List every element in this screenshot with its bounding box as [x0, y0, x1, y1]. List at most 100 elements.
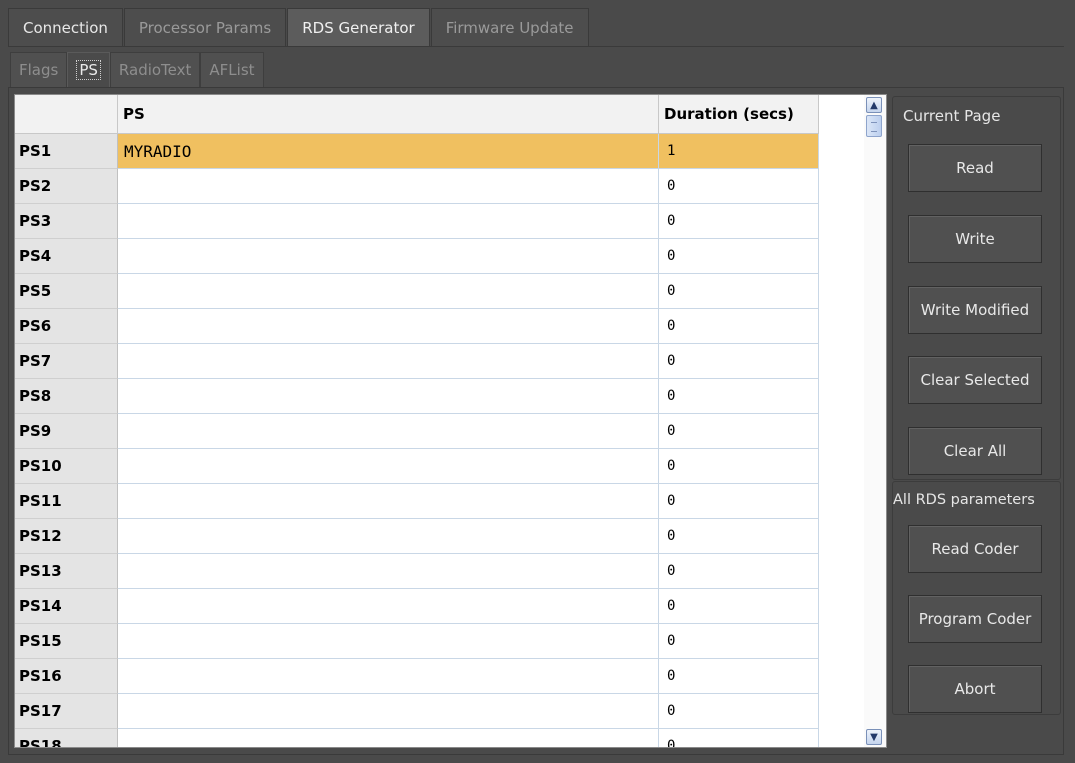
subtab-aflist[interactable]: AFList	[200, 52, 264, 87]
duration-cell[interactable]: 0	[659, 554, 819, 588]
duration-cell[interactable]: 0	[659, 414, 819, 448]
row-header[interactable]: PS12	[15, 519, 118, 554]
tab-connection[interactable]: Connection	[8, 8, 123, 46]
row-header[interactable]: PS18	[15, 729, 118, 747]
table-row[interactable]: PS13 0	[15, 554, 819, 589]
row-header[interactable]: PS4	[15, 239, 118, 274]
table-row[interactable]: PS12 0	[15, 519, 819, 554]
duration-cell[interactable]: 0	[659, 344, 819, 378]
table-row[interactable]: PS9 0	[15, 414, 819, 449]
program-coder-button[interactable]: Program Coder	[908, 595, 1042, 643]
write-button[interactable]: Write	[908, 215, 1042, 263]
column-header-duration[interactable]: Duration (secs)	[659, 95, 819, 134]
duration-cell[interactable]: 0	[659, 659, 819, 693]
row-header[interactable]: PS17	[15, 694, 118, 729]
row-header[interactable]: PS9	[15, 414, 118, 449]
column-header-ps[interactable]: PS	[118, 95, 659, 134]
row-header[interactable]: PS15	[15, 624, 118, 659]
table-row[interactable]: PS8 0	[15, 379, 819, 414]
ps-cell[interactable]	[118, 729, 659, 747]
row-header[interactable]: PS5	[15, 274, 118, 309]
table-row[interactable]: PS3 0	[15, 204, 819, 239]
row-header[interactable]: PS3	[15, 204, 118, 239]
table-row[interactable]: PS1 MYRADIO 1	[15, 134, 819, 169]
table-row[interactable]: PS2 0	[15, 169, 819, 204]
ps-cell[interactable]: MYRADIO	[118, 134, 659, 168]
ps-cell[interactable]	[118, 414, 659, 448]
abort-button[interactable]: Abort	[908, 665, 1042, 713]
duration-cell[interactable]: 0	[659, 169, 819, 203]
duration-cell[interactable]: 0	[659, 519, 819, 553]
ps-cell[interactable]	[118, 484, 659, 518]
ps-cell[interactable]	[118, 344, 659, 378]
scroll-up-icon[interactable]: ▲	[866, 97, 882, 113]
row-header[interactable]: PS10	[15, 449, 118, 484]
scroll-thumb[interactable]	[866, 115, 882, 137]
row-header[interactable]: PS11	[15, 484, 118, 519]
table-corner-header[interactable]	[15, 95, 118, 134]
row-header[interactable]: PS1	[15, 134, 118, 169]
tab-divider	[8, 46, 1064, 47]
ps-cell[interactable]	[118, 554, 659, 588]
table-row[interactable]: PS7 0	[15, 344, 819, 379]
duration-cell[interactable]: 1	[659, 134, 819, 168]
duration-cell[interactable]: 0	[659, 274, 819, 308]
ps-cell[interactable]	[118, 239, 659, 273]
table-row[interactable]: PS15 0	[15, 624, 819, 659]
row-header[interactable]: PS16	[15, 659, 118, 694]
row-header[interactable]: PS8	[15, 379, 118, 414]
vertical-scrollbar[interactable]: ▲ ▼	[864, 95, 886, 747]
duration-cell[interactable]: 0	[659, 309, 819, 343]
duration-cell[interactable]: 0	[659, 624, 819, 658]
table-row[interactable]: PS4 0	[15, 239, 819, 274]
duration-cell[interactable]: 0	[659, 729, 819, 747]
main-tab-bar: Connection Processor Params RDS Generato…	[8, 8, 590, 46]
scroll-down-icon[interactable]: ▼	[866, 729, 882, 745]
table-row[interactable]: PS10 0	[15, 449, 819, 484]
clear-all-button[interactable]: Clear All	[908, 427, 1042, 475]
ps-cell[interactable]	[118, 589, 659, 623]
table-row[interactable]: PS18 0	[15, 729, 819, 747]
subtab-ps[interactable]: PS	[67, 52, 110, 87]
ps-cell[interactable]	[118, 169, 659, 203]
table-row[interactable]: PS6 0	[15, 309, 819, 344]
row-header[interactable]: PS13	[15, 554, 118, 589]
table-row[interactable]: PS5 0	[15, 274, 819, 309]
duration-cell[interactable]: 0	[659, 204, 819, 238]
duration-cell[interactable]: 0	[659, 694, 819, 728]
ps-cell[interactable]	[118, 274, 659, 308]
read-button[interactable]: Read	[908, 144, 1042, 192]
table-row[interactable]: PS14 0	[15, 589, 819, 624]
row-header[interactable]: PS6	[15, 309, 118, 344]
ps-cell[interactable]	[118, 379, 659, 413]
tab-firmware-update[interactable]: Firmware Update	[430, 8, 589, 46]
row-header[interactable]: PS14	[15, 589, 118, 624]
duration-cell[interactable]: 0	[659, 484, 819, 518]
read-coder-button[interactable]: Read Coder	[908, 525, 1042, 573]
table-row[interactable]: PS11 0	[15, 484, 819, 519]
tab-rds-generator[interactable]: RDS Generator	[287, 8, 430, 46]
ps-cell[interactable]	[118, 309, 659, 343]
ps-cell[interactable]	[118, 519, 659, 553]
sub-tab-bar: Flags PS RadioText AFList	[10, 52, 264, 87]
ps-cell[interactable]	[118, 204, 659, 238]
ps-table: PS Duration (secs) PS1 MYRADIO 1 PS2 0 PS3 0 PS…	[14, 94, 887, 748]
duration-cell[interactable]: 0	[659, 449, 819, 483]
duration-cell[interactable]: 0	[659, 239, 819, 273]
subtab-radiotext[interactable]: RadioText	[109, 52, 201, 87]
ps-cell[interactable]	[118, 624, 659, 658]
subtab-flags[interactable]: Flags	[10, 52, 68, 87]
tab-processor-params[interactable]: Processor Params	[123, 8, 287, 46]
table-row[interactable]: PS17 0	[15, 694, 819, 729]
duration-cell[interactable]: 0	[659, 379, 819, 413]
table-row[interactable]: PS16 0	[15, 659, 819, 694]
row-header[interactable]: PS7	[15, 344, 118, 379]
ps-cell[interactable]	[118, 694, 659, 728]
all-rds-title: All RDS parameters	[893, 492, 1035, 508]
ps-cell[interactable]	[118, 659, 659, 693]
ps-cell[interactable]	[118, 449, 659, 483]
clear-selected-button[interactable]: Clear Selected	[908, 356, 1042, 404]
duration-cell[interactable]: 0	[659, 589, 819, 623]
write-modified-button[interactable]: Write Modified	[908, 286, 1042, 334]
row-header[interactable]: PS2	[15, 169, 118, 204]
